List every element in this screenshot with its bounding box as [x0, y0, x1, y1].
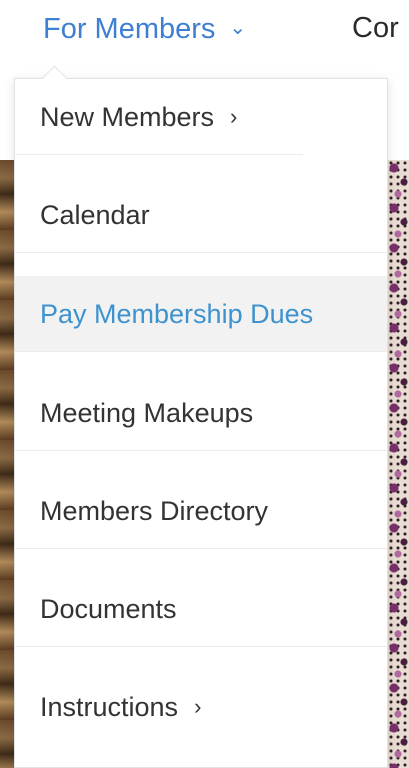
- menu-item-label: Pay Membership Dues: [40, 299, 314, 329]
- background-photo-left: [0, 160, 14, 768]
- nav-for-members[interactable]: For Members ⌄: [43, 8, 246, 49]
- menu-item-label: Calendar: [40, 200, 150, 230]
- chevron-right-icon: ›: [230, 104, 238, 129]
- menu-item-pay-membership-dues[interactable]: Pay Membership Dues: [15, 276, 387, 352]
- menu-item-meeting-makeups[interactable]: Meeting Makeups: [15, 375, 387, 451]
- menu-item-instructions[interactable]: Instructions ›: [15, 669, 387, 745]
- for-members-dropdown: New Members › Calendar Pay Membership Due…: [14, 78, 388, 768]
- background-photo-right: [388, 160, 409, 768]
- menu-item-new-members[interactable]: New Members ›: [15, 79, 303, 155]
- menu-item-documents[interactable]: Documents: [15, 571, 387, 647]
- chevron-down-icon: ⌄: [229, 17, 247, 39]
- menu-item-label: Members Directory: [40, 496, 269, 526]
- menu-item-calendar[interactable]: Calendar: [15, 177, 387, 253]
- menu-item-label: New Members: [40, 102, 215, 132]
- page: For Members ⌄ Cor New Members › Calendar P…: [0, 0, 409, 768]
- top-navigation: For Members ⌄ Cor: [0, 0, 409, 60]
- menu-item-label: Meeting Makeups: [40, 398, 254, 428]
- nav-for-members-label: For Members: [43, 13, 216, 45]
- menu-item-members-directory[interactable]: Members Directory: [15, 473, 387, 549]
- chevron-right-icon: ›: [194, 694, 202, 719]
- menu-item-label: Instructions: [40, 692, 179, 722]
- nav-next-item[interactable]: Cor: [352, 8, 399, 48]
- menu-item-label: Documents: [40, 594, 177, 624]
